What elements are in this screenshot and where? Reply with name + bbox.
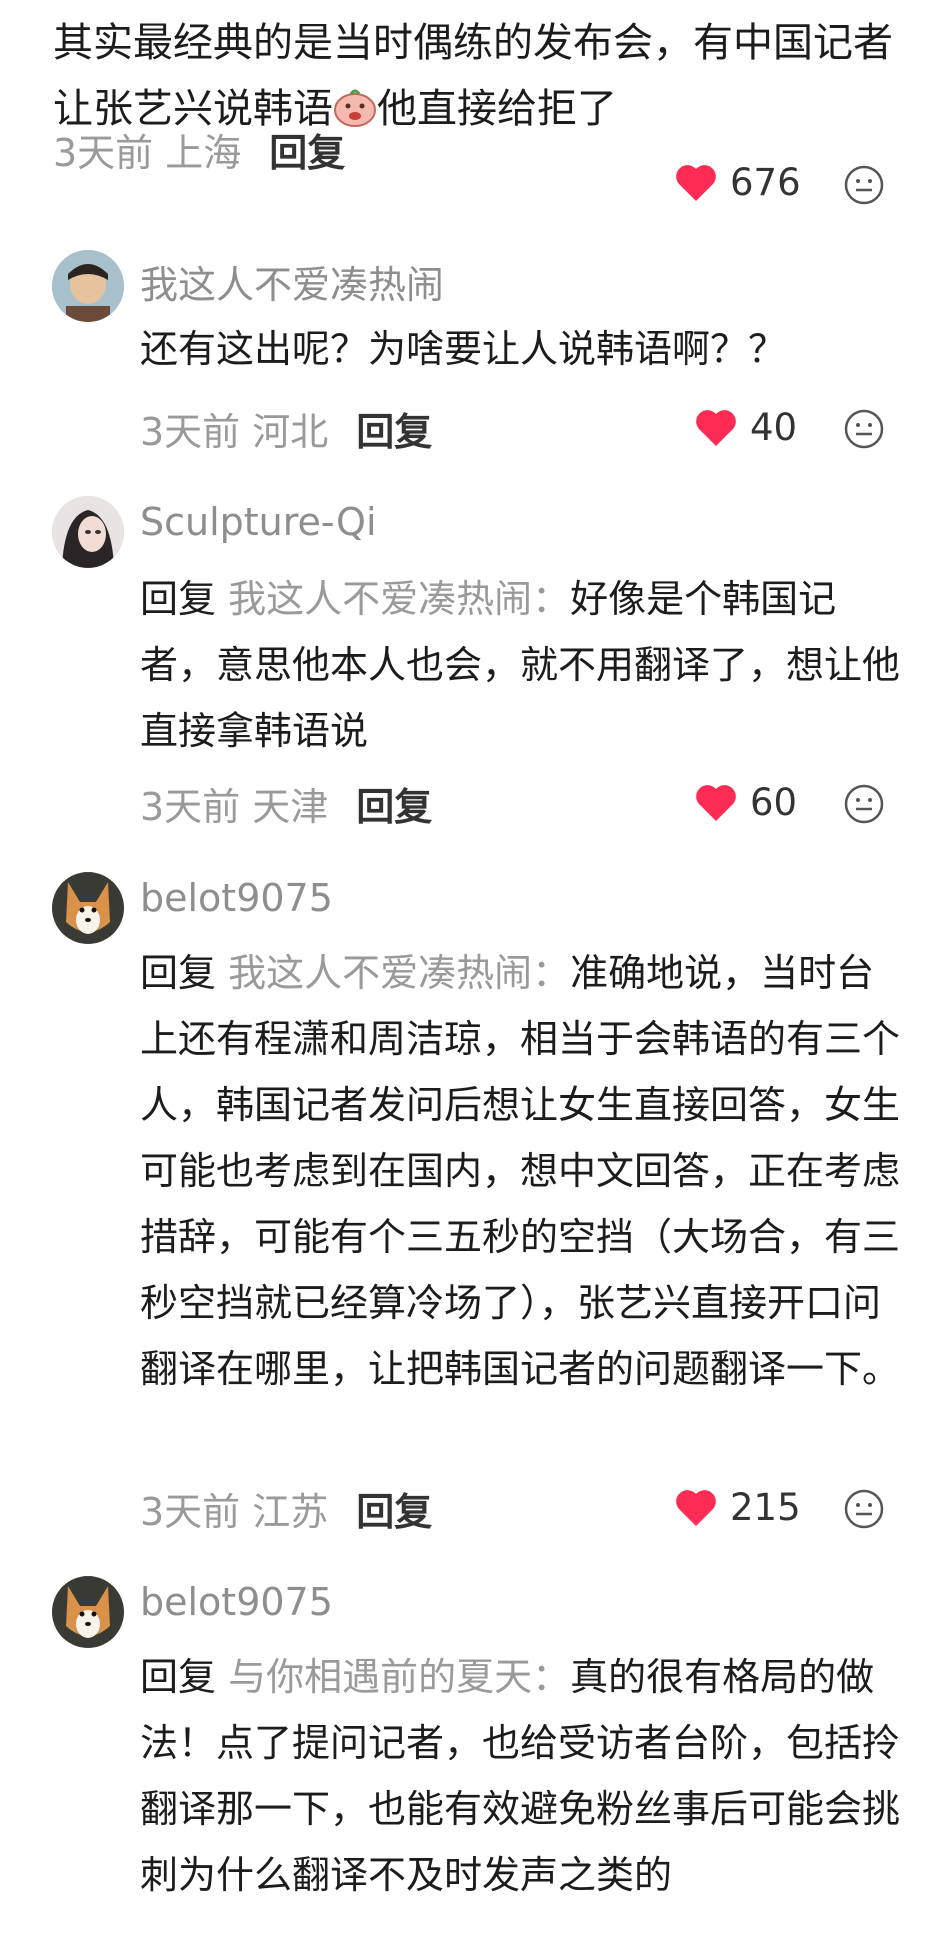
like-count: 60 [750, 781, 798, 824]
reply-body: 准确地说，当时台上还有程潇和周洁琼，相当于会韩语的有三个人，韩国记者发问后想让女… [140, 951, 901, 1391]
smile-face-icon[interactable] [843, 408, 885, 450]
heart-icon [696, 784, 736, 821]
like-count: 40 [750, 406, 798, 449]
username[interactable]: 我这人不爱凑热闹 [140, 254, 444, 309]
username[interactable]: Sculpture-Qi [140, 500, 377, 544]
avatar[interactable] [52, 872, 124, 944]
time-location: 3天前 上海 [53, 130, 242, 175]
reply-text: 回复 我这人不爱凑热闹：好像是个韩国记者，意思他本人也会，就不用翻译了，想让他直… [140, 566, 900, 764]
like-count: 676 [730, 161, 801, 204]
like-button[interactable]: 676 [674, 161, 801, 204]
comment-text-part: 他直接给拒了 [377, 86, 617, 132]
avatar[interactable] [52, 496, 124, 568]
username[interactable]: belot9075 [140, 876, 333, 920]
time-location: 3天前 河北 [140, 409, 329, 454]
reply-text: 回复 与你相遇前的夏天：真的很有格局的做法！点了提问记者，也给受访者台阶，包括拎… [140, 1644, 900, 1908]
reply-button[interactable]: 回复 [269, 122, 345, 177]
like-count: 215 [730, 1486, 801, 1529]
like-button[interactable]: 60 [694, 781, 797, 824]
like-button[interactable]: 215 [674, 1486, 801, 1529]
comment-meta: 3天前 天津 回复 [140, 776, 432, 831]
comment-meta: 3天前 江苏 回复 [140, 1481, 432, 1536]
heart-icon [676, 1489, 716, 1526]
comment-meta: 3天前 上海 回复 [53, 122, 345, 177]
reply-button[interactable]: 回复 [356, 1481, 432, 1536]
reply-prefix: 回复 [140, 951, 217, 995]
smile-face-icon[interactable] [843, 164, 885, 206]
reply-button[interactable]: 回复 [356, 776, 432, 831]
reply-prefix: 回复 [140, 1655, 217, 1699]
avatar[interactable] [52, 1576, 124, 1648]
time-location: 3天前 江苏 [140, 1489, 329, 1534]
like-button[interactable]: 40 [694, 406, 797, 449]
avatar[interactable] [52, 250, 124, 322]
reply-button[interactable]: 回复 [356, 401, 432, 456]
reply-text: 回复 我这人不爱凑热闹：准确地说，当时台上还有程潇和周洁琼，相当于会韩语的有三个… [140, 940, 900, 1402]
heart-icon [676, 164, 716, 201]
time-location: 3天前 天津 [140, 784, 329, 829]
reply-prefix: 回复 [140, 577, 217, 621]
reply-target-user[interactable]: 我这人不爱凑热闹： [228, 577, 570, 621]
reply-target-user[interactable]: 我这人不爱凑热闹： [228, 951, 570, 995]
reply-text: 还有这出呢？为啥要让人说韩语啊？？ [140, 327, 787, 371]
username[interactable]: belot9075 [140, 1580, 333, 1624]
comment-meta: 3天前 河北 回复 [140, 401, 432, 456]
smile-face-icon[interactable] [843, 1488, 885, 1530]
reply-target-user[interactable]: 与你相遇前的夏天： [228, 1655, 570, 1699]
heart-icon [696, 409, 736, 446]
smile-face-icon[interactable] [843, 783, 885, 825]
